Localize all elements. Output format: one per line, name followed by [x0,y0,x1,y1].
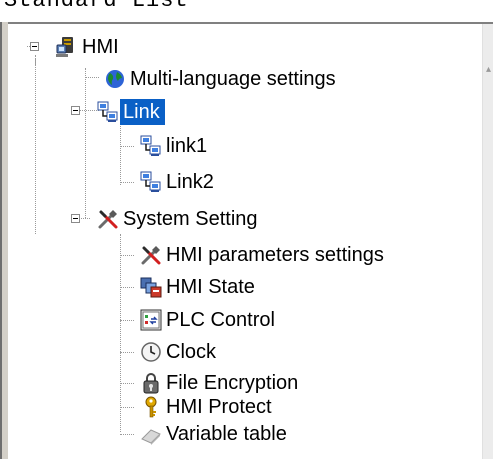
tree-node-link1[interactable]: link1 [139,131,212,161]
globe-icon [103,67,127,91]
plc-icon [139,308,163,332]
tree-node-label: PLC Control [166,309,275,331]
tree-line [120,407,134,408]
tree-node-label: HMI parameters settings [166,244,384,266]
tree-line-link-children [120,124,121,185]
hmi-server-icon [55,35,79,59]
tree-node-hmi-protect[interactable]: HMI Protect [139,392,277,422]
clipped-panel-title: Standard List [0,0,493,22]
tree-node-clock[interactable]: Clock [139,337,221,367]
tree-line [120,146,134,147]
tree-line [120,182,134,183]
network-icon [96,100,120,124]
key-icon [139,395,163,419]
tree-line-root-children [35,58,36,234]
network-icon [139,170,163,194]
clipped-title-text: Standard List [4,0,189,13]
panel-frame-left [0,22,8,459]
tree-line-system-children [120,234,121,432]
tree-node-label: HMI State [166,276,255,298]
tree-node-link2[interactable]: Link2 [139,167,219,197]
tree-node-link[interactable]: Link [96,97,165,127]
collapse-toggle-link[interactable] [71,106,80,115]
collapse-toggle-system-setting[interactable] [71,214,80,223]
tree-line [120,320,134,321]
project-tree[interactable]: HMI Multi-language settings Link link1 L… [8,24,483,459]
collapse-toggle-hmi[interactable] [30,42,39,51]
tree-line [120,352,134,353]
state-icon [139,275,163,299]
tree-line [120,255,134,256]
tree-line [120,383,134,384]
tree-node-hmi-parameters-settings[interactable]: HMI parameters settings [139,240,389,270]
tree-node-label: HMI [82,36,119,58]
tree-node-label: System Setting [123,208,258,230]
tree-node-label: Link [120,99,165,125]
tree-node-label: Variable table [166,423,287,445]
tree-line [85,77,99,78]
tree-node-label: HMI Protect [166,396,272,418]
scroll-up-arrow-icon[interactable]: ▴ [486,64,492,90]
tree-node-system-setting[interactable]: System Setting [96,204,263,234]
vertical-scrollbar[interactable]: ▴ [482,24,493,459]
clock-icon [139,340,163,364]
tools-icon [139,243,163,267]
eraser-icon [139,422,163,446]
tree-node-plc-control[interactable]: PLC Control [139,305,280,335]
tree-node-label: Link2 [166,171,214,193]
tree-line [85,68,86,218]
tree-line [120,287,134,288]
tree-node-hmi[interactable]: HMI [55,32,124,62]
tree-node-multi-language-settings[interactable]: Multi-language settings [103,64,341,94]
tree-node-variable-table[interactable]: Variable table [139,419,292,449]
tree-node-label: Multi-language settings [130,68,336,90]
network-icon [139,134,163,158]
tree-node-label: link1 [166,135,208,157]
tree-node-hmi-state[interactable]: HMI State [139,272,260,302]
tools-icon [96,207,120,231]
tree-line [120,434,134,435]
tree-node-label: Clock [166,341,217,363]
